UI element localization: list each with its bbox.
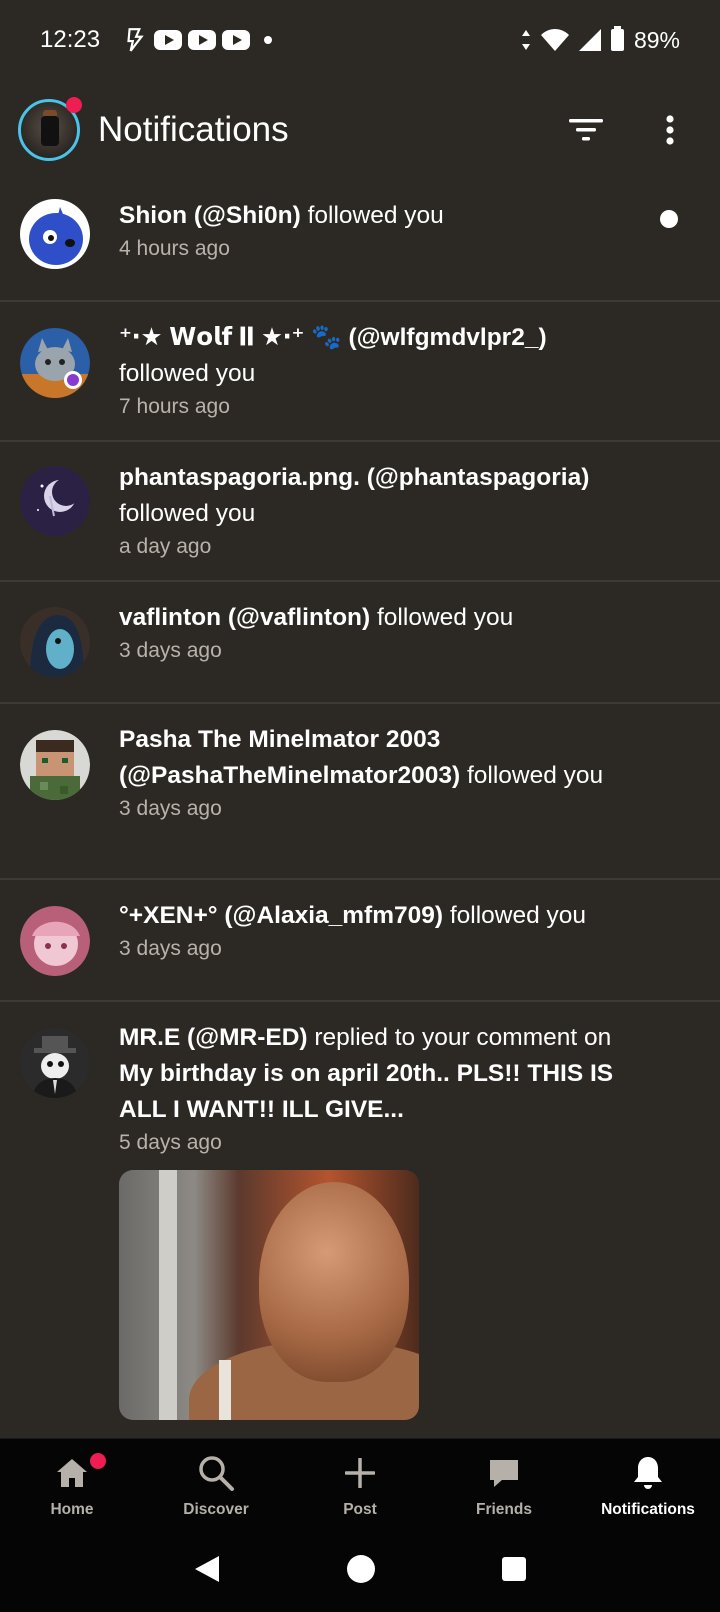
post-title-link[interactable]: My birthday is on april 20th.. PLS!! THI… — [119, 1060, 613, 1123]
status-bar: 12:23 89% — [0, 0, 720, 80]
notification-list: Shion (@Shi0n) followed you 4 hours ago … — [0, 180, 720, 1440]
nav-post[interactable]: Post — [288, 1439, 432, 1530]
notification-text: MR.E (@MR-ED) replied to your comment on… — [119, 1020, 640, 1128]
notification-badge — [66, 97, 82, 113]
notification-text: Pasha The Minelmator 2003 (@PashaTheMine… — [119, 722, 640, 794]
nav-label: Home — [50, 1501, 94, 1518]
home-notification-badge — [90, 1453, 106, 1469]
notification-text: phantaspagoria.png. (@phantaspagoria) fo… — [119, 460, 640, 532]
notification-time: 3 days ago — [119, 797, 222, 820]
user-name[interactable]: °+XEN+° (@Alaxia_mfm709) — [119, 902, 443, 929]
wifi-icon — [540, 29, 569, 51]
notification-text: °+XEN+° (@Alaxia_mfm709) followed you — [119, 898, 640, 934]
youtube-icon — [154, 30, 183, 50]
nav-discover[interactable]: Discover — [144, 1439, 288, 1530]
notification-item[interactable]: Pasha The Minelmator 2003 (@PashaTheMine… — [0, 704, 720, 880]
chat-icon — [484, 1453, 524, 1493]
search-icon — [196, 1453, 236, 1493]
avatar[interactable] — [20, 906, 90, 976]
filter-button[interactable] — [564, 108, 608, 152]
filter-icon — [569, 119, 603, 141]
more-notifications-dot — [264, 36, 273, 44]
more-vertical-icon — [666, 115, 674, 145]
more-options-button[interactable] — [648, 108, 692, 152]
notification-time: 3 days ago — [119, 937, 222, 960]
avatar[interactable] — [20, 328, 90, 398]
header-actions — [564, 108, 702, 152]
notification-item[interactable]: MR.E (@MR-ED) replied to your comment on… — [0, 1002, 720, 1440]
avatar[interactable] — [20, 466, 90, 536]
notification-time: 3 days ago — [119, 639, 222, 662]
youtube-icon — [188, 30, 217, 50]
user-name[interactable]: MR.E (@MR-ED) — [119, 1024, 308, 1051]
signal-icon — [578, 29, 601, 51]
battery-level: 89% — [633, 26, 680, 53]
data-arrows-icon — [521, 30, 530, 50]
user-name[interactable]: ⁺‧★ 𝗪𝗼𝗹𝗳 𝐈𝐈 ★‧⁺ 🐾 (@wlfgmdvlpr2_) — [119, 324, 547, 351]
status-right-icons: 89% — [521, 26, 680, 54]
nav-home[interactable]: Home — [0, 1439, 144, 1530]
notification-action: followed you — [119, 500, 256, 527]
home-icon — [52, 1453, 92, 1493]
bell-icon — [628, 1453, 668, 1493]
user-name[interactable]: Pasha The Minelmator 2003 (@PashaTheMine… — [119, 726, 460, 789]
back-triangle-icon — [194, 1555, 219, 1582]
notification-time: 5 days ago — [119, 1131, 222, 1154]
nav-label: Discover — [183, 1501, 249, 1518]
nav-label: Post — [343, 1501, 377, 1518]
notification-action: replied to your comment on — [314, 1024, 612, 1051]
app-header: Notifications — [0, 80, 720, 180]
profile-avatar[interactable] — [18, 97, 82, 161]
notification-text: ⁺‧★ 𝗪𝗼𝗹𝗳 𝐈𝐈 ★‧⁺ 🐾 (@wlfgmdvlpr2_) follow… — [119, 320, 640, 392]
battery-icon — [610, 26, 624, 51]
notification-time: 4 hours ago — [119, 237, 230, 260]
nav-friends[interactable]: Friends — [432, 1439, 576, 1530]
nav-label: Notifications — [601, 1501, 695, 1518]
unread-indicator — [660, 210, 678, 228]
notification-item[interactable]: Shion (@Shi0n) followed you 4 hours ago — [0, 180, 720, 302]
notification-item[interactable]: °+XEN+° (@Alaxia_mfm709) followed you 3 … — [0, 880, 720, 1002]
page-title: Notifications — [98, 110, 289, 149]
notification-action: followed you — [119, 360, 256, 387]
notification-time: a day ago — [119, 535, 212, 558]
recents-square-icon — [502, 1556, 527, 1581]
user-name[interactable]: Shion (@Shi0n) — [119, 202, 301, 229]
notification-text: vaflinton (@vaflinton) followed you — [119, 600, 640, 636]
status-time: 12:23 — [40, 26, 101, 53]
home-circle-icon — [346, 1554, 375, 1583]
reply-image-thumbnail[interactable] — [119, 1170, 419, 1420]
lightning-icon — [127, 28, 144, 52]
notification-action: followed you — [377, 604, 514, 631]
system-home-button[interactable] — [346, 1554, 376, 1589]
system-back-button[interactable] — [193, 1554, 221, 1589]
notification-action: followed you — [307, 202, 444, 229]
notification-item[interactable]: vaflinton (@vaflinton) followed you 3 da… — [0, 582, 720, 704]
notification-item[interactable]: ⁺‧★ 𝗪𝗼𝗹𝗳 𝐈𝐈 ★‧⁺ 🐾 (@wlfgmdvlpr2_) follow… — [0, 302, 720, 442]
user-name[interactable]: vaflinton (@vaflinton) — [119, 604, 370, 631]
avatar[interactable] — [20, 1028, 90, 1098]
avatar[interactable] — [20, 607, 90, 677]
notification-action: followed you — [466, 762, 604, 789]
avatar[interactable] — [20, 730, 90, 800]
notification-time: 7 hours ago — [119, 395, 230, 418]
bottom-navigation: Home Discover Post Friends Notifications — [0, 1438, 720, 1530]
system-recents-button[interactable] — [501, 1556, 527, 1587]
youtube-icon — [222, 30, 251, 50]
notification-item[interactable]: phantaspagoria.png. (@phantaspagoria) fo… — [0, 442, 720, 582]
avatar[interactable] — [20, 199, 90, 269]
system-navigation-bar — [0, 1530, 720, 1612]
nav-label: Friends — [476, 1501, 532, 1518]
notification-action: followed you — [449, 902, 587, 929]
user-name[interactable]: phantaspagoria.png. (@phantaspagoria) — [119, 464, 589, 491]
nav-notifications[interactable]: Notifications — [576, 1439, 720, 1530]
notification-text: Shion (@Shi0n) followed you — [119, 198, 640, 234]
plus-icon — [340, 1453, 380, 1493]
status-notification-icons — [122, 27, 273, 53]
